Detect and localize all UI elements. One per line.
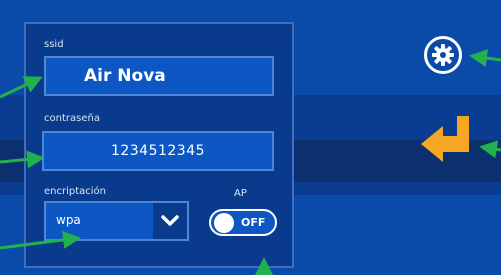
gear-icon bbox=[432, 44, 454, 66]
ap-toggle-state: OFF bbox=[241, 216, 266, 229]
toggle-knob bbox=[214, 213, 234, 233]
ap-toggle[interactable]: OFF bbox=[209, 209, 277, 236]
settings-button[interactable] bbox=[424, 36, 462, 74]
ssid-input[interactable]: Air Nova bbox=[44, 56, 274, 96]
wifi-settings-panel: ssid Air Nova contraseña 1234512345 encr… bbox=[24, 22, 294, 268]
encryption-label: encriptación bbox=[44, 186, 107, 197]
enter-arrow-icon bbox=[421, 116, 469, 162]
encryption-value: wpa bbox=[56, 213, 81, 227]
password-label: contraseña bbox=[44, 113, 100, 124]
ap-label: AP bbox=[234, 188, 247, 199]
chevron-down-icon[interactable] bbox=[153, 203, 187, 239]
enter-button[interactable] bbox=[417, 114, 477, 166]
ssid-label: ssid bbox=[44, 39, 64, 50]
password-input[interactable]: 1234512345 bbox=[42, 131, 274, 171]
encryption-select[interactable]: wpa bbox=[44, 201, 189, 241]
